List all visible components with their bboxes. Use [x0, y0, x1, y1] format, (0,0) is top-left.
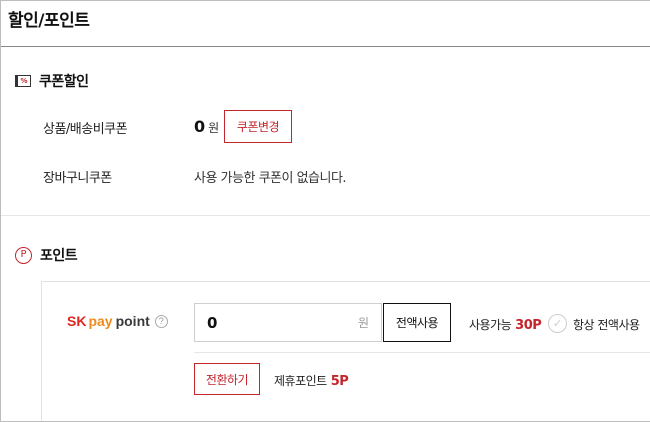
partner-points-label: 제휴포인트 [274, 374, 327, 388]
coupon-section-title: 쿠폰할인 [39, 74, 89, 90]
available-points-amount: 30P [515, 318, 542, 333]
product-coupon-label: 상품/배송비쿠폰 [43, 122, 128, 137]
discount-point-panel: 할인/포인트 % 쿠폰할인 상품/배송비쿠폰 0 원 쿠폰변경 장바구니쿠폰 사… [0, 0, 650, 422]
logo-point-text: point [115, 313, 150, 329]
section-divider [1, 215, 650, 216]
always-use-all-label[interactable]: 항상 전액사용 [573, 316, 640, 333]
page-title: 할인/포인트 [8, 11, 90, 31]
coupon-percent-icon: % [15, 75, 31, 87]
point-amount-input[interactable]: 0 원 [194, 303, 382, 342]
point-circle-icon: P [15, 246, 32, 264]
sk-pay-point-logo: SK pay point ? [67, 313, 168, 329]
point-input-unit: 원 [357, 316, 369, 330]
point-row-divider [194, 352, 650, 353]
use-all-points-button[interactable]: 전액사용 [383, 303, 451, 342]
product-coupon-amount: 0 원 [194, 117, 219, 136]
partner-points: 제휴포인트 5P [274, 372, 349, 389]
coupon-amount-value: 0 [194, 117, 206, 136]
help-icon[interactable]: ? [154, 314, 168, 328]
checkmark-icon: ✓ [552, 317, 563, 330]
point-section-header: P 포인트 [15, 245, 78, 265]
point-input-value[interactable]: 0 [207, 314, 358, 332]
available-points: 사용가능 30P [469, 316, 542, 333]
logo-sk-text: SK [67, 313, 87, 329]
title-divider [1, 46, 650, 47]
cart-coupon-message: 사용 가능한 쿠폰이 없습니다. [194, 171, 347, 186]
coupon-section-header: % 쿠폰할인 [15, 71, 89, 91]
coupon-amount-unit: 원 [208, 121, 220, 135]
cart-coupon-label: 장바구니쿠폰 [43, 171, 112, 186]
change-coupon-button[interactable]: 쿠폰변경 [224, 110, 292, 143]
partner-points-amount: 5P [330, 374, 349, 389]
point-section-title: 포인트 [40, 248, 78, 264]
available-points-label: 사용가능 [469, 318, 512, 332]
logo-pay-text: pay [88, 313, 113, 329]
convert-points-button[interactable]: 전환하기 [194, 363, 260, 395]
always-use-all-checkbox[interactable]: ✓ [548, 314, 567, 333]
